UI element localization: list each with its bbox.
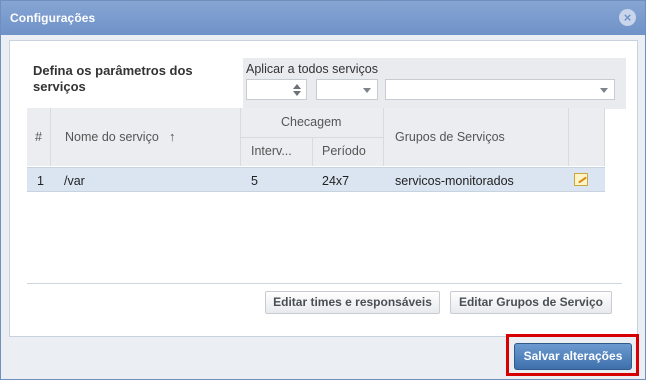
spin-down-icon[interactable] bbox=[293, 91, 301, 96]
period-select[interactable] bbox=[316, 79, 378, 100]
divider bbox=[27, 283, 622, 284]
apply-all-label: Aplicar a todos serviços bbox=[246, 62, 379, 76]
settings-dialog: Configurações × Defina os parâmetros dos… bbox=[0, 0, 646, 380]
chevron-down-icon bbox=[600, 88, 608, 93]
titlebar: Configurações × bbox=[1, 1, 645, 35]
col-actions-header bbox=[569, 108, 605, 166]
row-groups: servicos-monitorados bbox=[395, 174, 514, 188]
row-index: 1 bbox=[37, 174, 44, 188]
edit-groups-button[interactable]: Editar Grupos de Serviço bbox=[450, 291, 612, 314]
params-label: Defina os parâmetros dos serviços bbox=[33, 63, 193, 94]
row-periodo: 24x7 bbox=[322, 174, 350, 188]
edit-teams-button[interactable]: Editar times e responsáveis bbox=[265, 291, 440, 314]
close-icon[interactable]: × bbox=[619, 9, 636, 26]
col-groups-header: Grupos de Serviços bbox=[384, 108, 569, 166]
col-index-header: # bbox=[27, 108, 51, 166]
col-service-name-header[interactable]: Nome do serviço ↑ bbox=[51, 108, 241, 166]
spin-up-icon[interactable] bbox=[293, 84, 301, 89]
row-intervalo: 5 bbox=[251, 174, 258, 188]
edit-pencil-icon[interactable] bbox=[574, 173, 588, 186]
chevron-down-icon bbox=[363, 88, 371, 93]
table-row[interactable]: 1 /var 5 24x7 servicos-monitorados bbox=[27, 167, 605, 192]
content-panel: Defina os parâmetros dos serviços Aplica… bbox=[9, 40, 638, 337]
dialog-footer: Salvar alterações bbox=[1, 334, 645, 379]
groups-select[interactable] bbox=[385, 79, 615, 100]
col-checagem-header: Checagem Interv... Período bbox=[241, 108, 384, 166]
apply-all-box: Aplicar a todos serviços bbox=[243, 58, 626, 109]
save-button[interactable]: Salvar alterações bbox=[514, 343, 632, 370]
col-periodo-header[interactable]: Período bbox=[322, 144, 366, 158]
col-intervalo-header[interactable]: Interv... bbox=[251, 144, 292, 158]
interval-spinner[interactable] bbox=[246, 79, 307, 100]
sort-arrow-icon[interactable]: ↑ bbox=[169, 129, 176, 144]
dialog-title: Configurações bbox=[10, 11, 96, 25]
row-service-name: /var bbox=[64, 174, 85, 188]
